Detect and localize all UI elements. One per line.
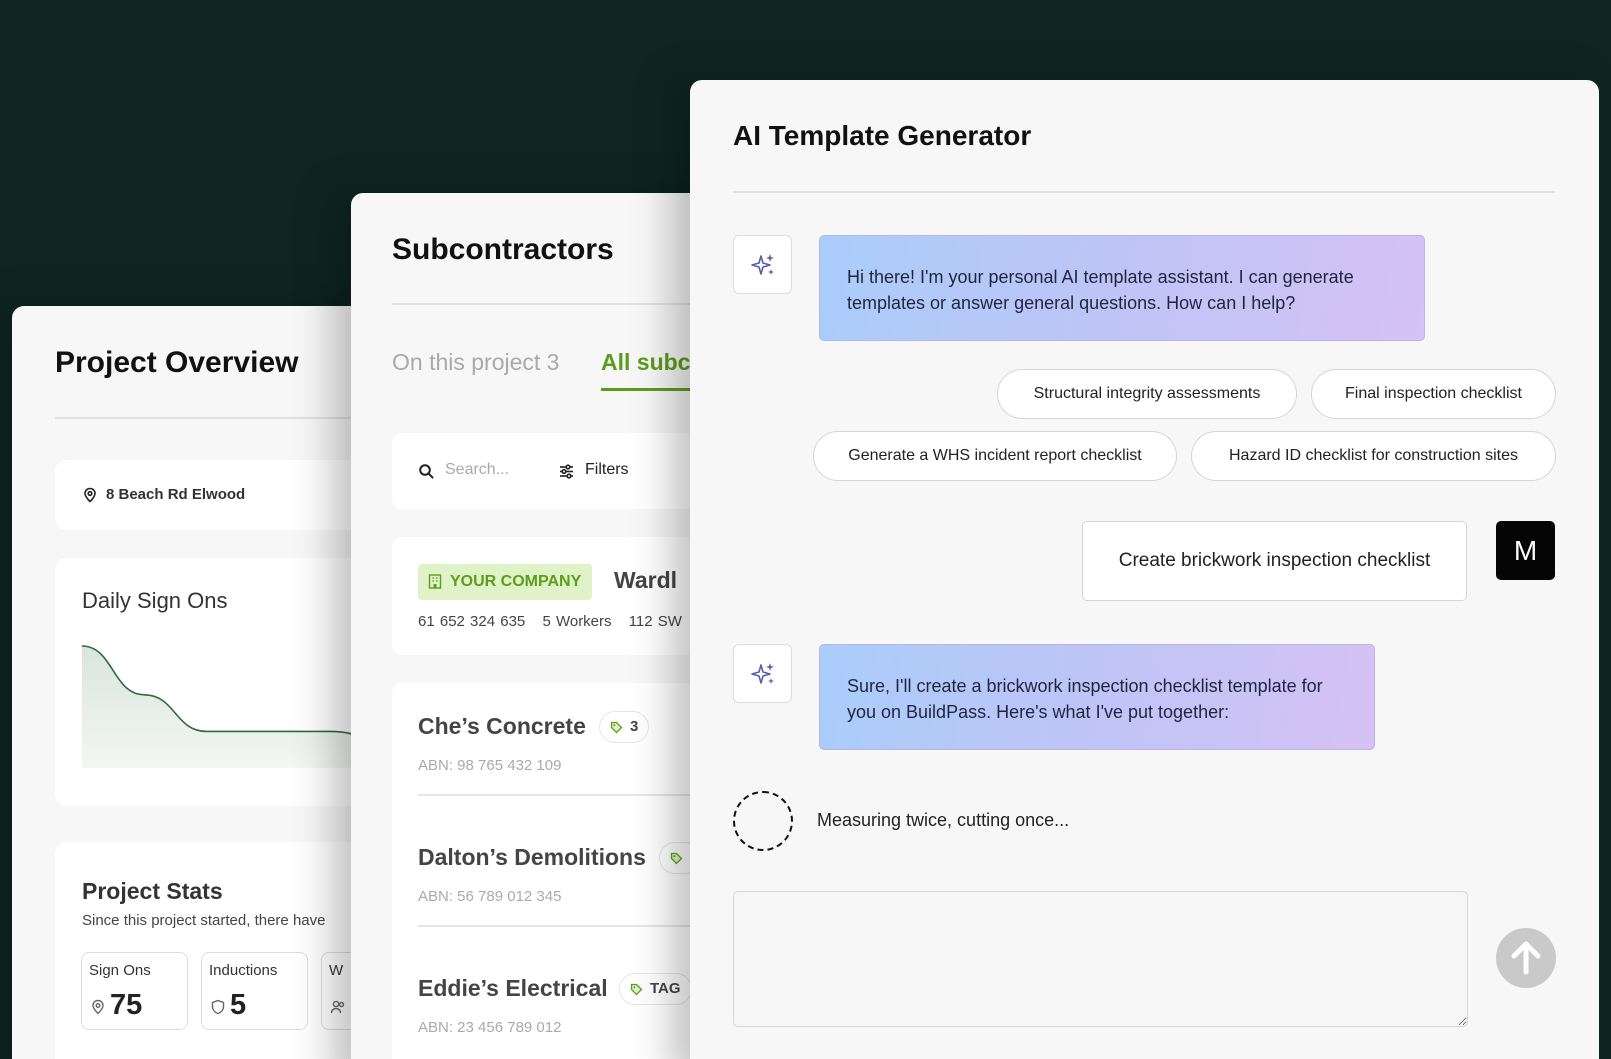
users-icon	[330, 1000, 345, 1014]
tag-icon	[630, 983, 643, 996]
ai-greeting-bubble: Hi there! I'm your personal AI template …	[819, 235, 1425, 341]
company-address: 112 SW	[628, 613, 682, 630]
your-company-badge-label: YOUR COMPANY	[450, 573, 582, 590]
company-name: Wardl	[614, 567, 678, 593]
message-input[interactable]	[733, 891, 1468, 1027]
ai-generator-title: AI Template Generator	[733, 120, 1032, 151]
your-company-card[interactable]: YOUR COMPANY Wardl 61 652 324 635 5 Work…	[392, 537, 731, 655]
subcontractors-panel: Subcontractors On this project 3 All sub…	[351, 193, 731, 1059]
subcontractor-list: Che’s Concrete 3 ABN: 98 765 432 109 Dal…	[392, 683, 731, 1059]
user-message-bubble: Create brickwork inspection checklist	[1082, 521, 1467, 601]
project-address: 8 Beach Rd Elwood	[106, 486, 246, 503]
suggestion-chip[interactable]: Generate a WHS incident report checklist	[813, 431, 1177, 481]
subcontractor-abn: ABN: 23 456 789 012	[418, 1019, 562, 1036]
stat-label: Inductions	[209, 962, 278, 979]
filter-sliders-icon[interactable]	[558, 463, 575, 480]
location-pin-icon	[84, 487, 96, 503]
stat-label: W	[329, 962, 344, 979]
subcontractor-abn: ABN: 56 789 012 345	[418, 888, 562, 905]
tag-label: TAG	[650, 980, 681, 997]
sparkle-icon	[751, 663, 774, 684]
stat-value: 75	[110, 989, 143, 1021]
suggestion-chip[interactable]: Hazard ID checklist for construction sit…	[1191, 431, 1556, 481]
shield-icon	[211, 999, 225, 1015]
ai-reply-bubble: Sure, I'll create a brickwork inspection…	[819, 644, 1375, 750]
user-avatar: M	[1496, 521, 1555, 580]
tag-count: 3	[630, 718, 639, 735]
stat-sign-ons: Sign Ons 75	[81, 952, 188, 1030]
tab-all-subcontractors[interactable]: All subc	[601, 349, 690, 376]
subcontractor-name: Eddie’s Electrical	[418, 975, 608, 1001]
project-overview-title: Project Overview	[55, 346, 299, 379]
sparkle-icon	[751, 254, 774, 275]
subcontractor-name: Che’s Concrete	[418, 713, 586, 739]
stats-title: Project Stats	[82, 878, 223, 904]
send-button[interactable]	[1496, 928, 1556, 988]
search-bar: Search... Filters	[392, 433, 731, 509]
building-icon	[428, 574, 442, 589]
suggestion-chip[interactable]: Structural integrity assessments	[997, 369, 1297, 419]
tab-on-this-project[interactable]: On this project 3	[392, 349, 559, 376]
divider	[733, 191, 1555, 193]
company-meta: 61 652 324 635 5 Workers 112 SW	[418, 613, 694, 630]
your-company-badge: YOUR COMPANY	[418, 564, 592, 600]
search-input[interactable]: Search...	[445, 461, 509, 479]
tag-icon	[610, 721, 623, 734]
chart-title: Daily Sign Ons	[82, 588, 228, 613]
stats-subtitle: Since this project started, there have	[82, 912, 326, 929]
search-icon	[419, 464, 434, 479]
ai-avatar	[733, 235, 792, 294]
subcontractors-title: Subcontractors	[392, 233, 614, 266]
tag-icon	[670, 852, 683, 865]
filters-button[interactable]: Filters	[585, 461, 629, 479]
suggestion-chip[interactable]: Final inspection checklist	[1311, 369, 1556, 419]
company-abn: 61 652 324 635	[418, 613, 526, 630]
stat-label: Sign Ons	[89, 962, 151, 979]
subcontractor-name: Dalton’s Demolitions	[418, 844, 646, 870]
loading-text: Measuring twice, cutting once...	[817, 810, 1070, 830]
divider	[392, 303, 731, 305]
loading-spinner	[733, 791, 793, 851]
subcontractor-abn: ABN: 98 765 432 109	[418, 757, 562, 774]
tag-badge[interactable]: TAG	[619, 973, 692, 1005]
tag-badge[interactable]: 3	[599, 711, 650, 743]
ai-avatar	[733, 644, 792, 703]
arrow-up-icon	[1511, 941, 1541, 975]
company-workers: 5 Workers	[542, 613, 612, 630]
divider	[418, 794, 731, 796]
ai-template-generator-panel: AI Template Generator Hi there! I'm your…	[690, 80, 1599, 1059]
location-pin-icon	[92, 999, 104, 1015]
stat-value: 5	[230, 989, 247, 1021]
divider	[418, 925, 731, 927]
stat-inductions: Inductions 5	[201, 952, 308, 1030]
